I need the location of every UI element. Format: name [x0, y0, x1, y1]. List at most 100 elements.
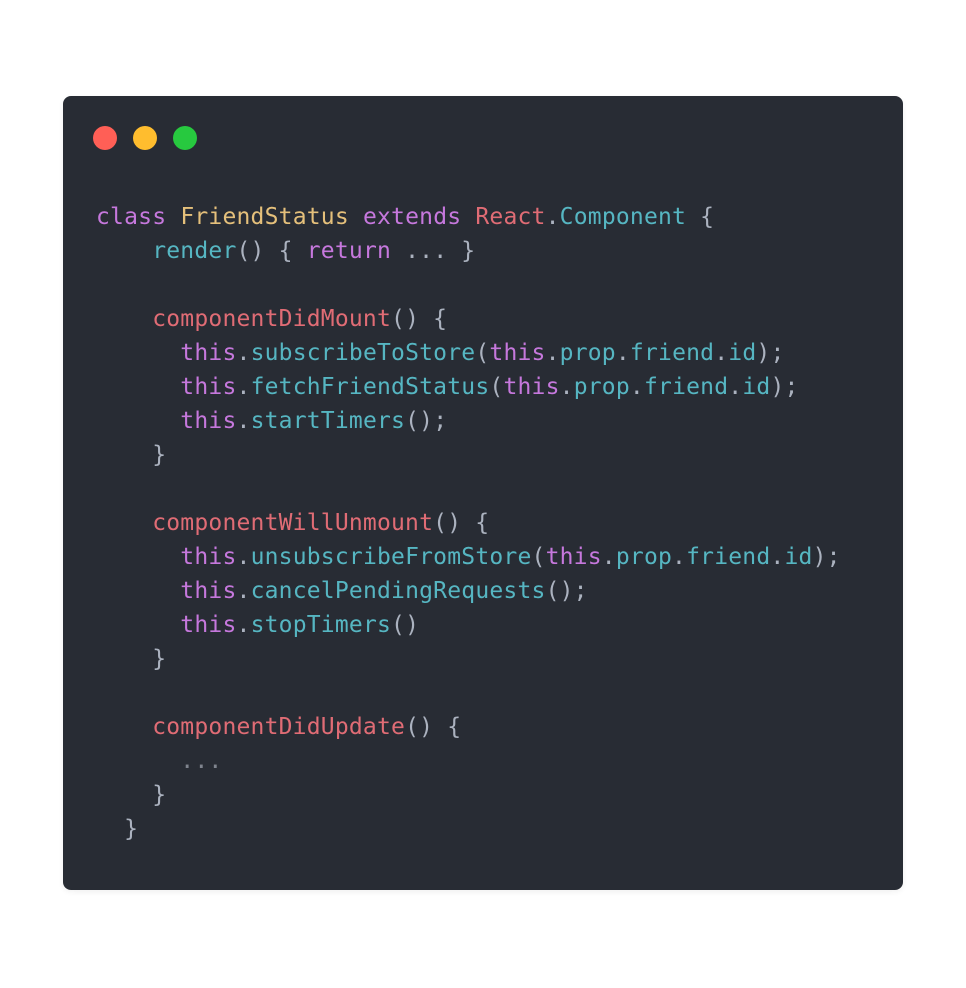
code-token: ( — [531, 544, 546, 570]
code-token: } — [96, 646, 167, 672]
code-token: () { — [405, 714, 462, 740]
window-controls — [93, 126, 197, 150]
code-line: } — [96, 812, 841, 846]
code-token: React — [475, 204, 546, 230]
code-line: componentDidMount() { — [96, 302, 841, 336]
code-token: this — [180, 374, 237, 400]
code-token: id — [742, 374, 771, 400]
code-token: FriendStatus — [180, 204, 349, 230]
code-token: stopTimers — [250, 612, 392, 638]
code-token: ( — [489, 374, 504, 400]
code-line: class FriendStatus extends React.Compone… — [96, 200, 841, 234]
code-token: () { — [236, 238, 307, 264]
code-token: return — [306, 238, 392, 264]
code-token: this — [180, 578, 237, 604]
code-token: this — [180, 612, 237, 638]
code-token: this — [180, 340, 237, 366]
code-token: . — [728, 374, 743, 400]
code-token: . — [236, 544, 251, 570]
code-token: componentWillUnmount — [152, 510, 434, 536]
code-line: } — [96, 778, 841, 812]
code-token: . — [236, 408, 251, 434]
code-token: { — [686, 204, 715, 230]
code-window: class FriendStatus extends React.Compone… — [63, 96, 903, 890]
code-line: this.cancelPendingRequests(); — [96, 574, 841, 608]
code-token: unsubscribeFromStore — [250, 544, 532, 570]
code-token: } — [96, 816, 139, 842]
code-token: ); — [812, 544, 841, 570]
code-token: prop — [615, 544, 673, 570]
minimize-window-button[interactable] — [133, 126, 157, 150]
code-token: this — [489, 340, 546, 366]
code-token: () { — [391, 306, 448, 332]
code-token: this — [503, 374, 560, 400]
code-token: extends — [362, 204, 462, 230]
code-line: this.stopTimers() — [96, 608, 841, 642]
code-line: this.fetchFriendStatus(this.prop.friend.… — [96, 370, 841, 404]
code-line: } — [96, 438, 841, 472]
code-token: } — [96, 782, 167, 808]
code-token: friend — [643, 374, 729, 400]
close-window-button[interactable] — [93, 126, 117, 150]
code-token: . — [770, 544, 785, 570]
code-token: . — [601, 544, 616, 570]
code-token: prop — [573, 374, 630, 400]
code-line: this.unsubscribeFromStore(this.prop.frie… — [96, 540, 841, 574]
code-token: id — [784, 544, 813, 570]
code-token: . — [629, 374, 644, 400]
code-token: id — [728, 340, 757, 366]
code-token: Component — [559, 204, 687, 230]
code-token: () — [391, 612, 420, 638]
code-token: . — [236, 578, 251, 604]
code-token: cancelPendingRequests — [250, 578, 546, 604]
code-token: render — [152, 238, 237, 264]
code-token: . — [236, 374, 251, 400]
code-block: class FriendStatus extends React.Compone… — [96, 200, 841, 846]
code-token: ); — [770, 374, 799, 400]
code-token: prop — [559, 340, 616, 366]
code-token: ( — [475, 340, 490, 366]
code-token: class — [96, 204, 167, 230]
code-token: fetchFriendStatus — [250, 374, 490, 400]
code-line: ... — [96, 744, 841, 778]
code-token: (); — [545, 578, 588, 604]
code-line: componentWillUnmount() { — [96, 506, 841, 540]
code-line: componentDidUpdate() { — [96, 710, 841, 744]
code-token: componentDidMount — [152, 306, 392, 332]
code-token: startTimers — [250, 408, 406, 434]
code-token: this — [180, 408, 237, 434]
code-token: this — [180, 544, 237, 570]
code-token: . — [559, 374, 574, 400]
code-token: . — [545, 204, 560, 230]
code-token: . — [615, 340, 630, 366]
code-token: . — [545, 340, 560, 366]
code-token: (); — [405, 408, 448, 434]
code-token: ... — [180, 748, 223, 774]
code-token: componentDidUpdate — [152, 714, 406, 740]
code-line: render() { return ... } — [96, 234, 841, 268]
maximize-window-button[interactable] — [173, 126, 197, 150]
code-token: this — [545, 544, 602, 570]
code-token: . — [236, 340, 251, 366]
code-token: () { — [433, 510, 490, 536]
code-token: subscribeToStore — [250, 340, 476, 366]
code-line: this.startTimers(); — [96, 404, 841, 438]
code-token: } — [96, 442, 167, 468]
code-line: this.subscribeToStore(this.prop.friend.i… — [96, 336, 841, 370]
code-line: } — [96, 642, 841, 676]
